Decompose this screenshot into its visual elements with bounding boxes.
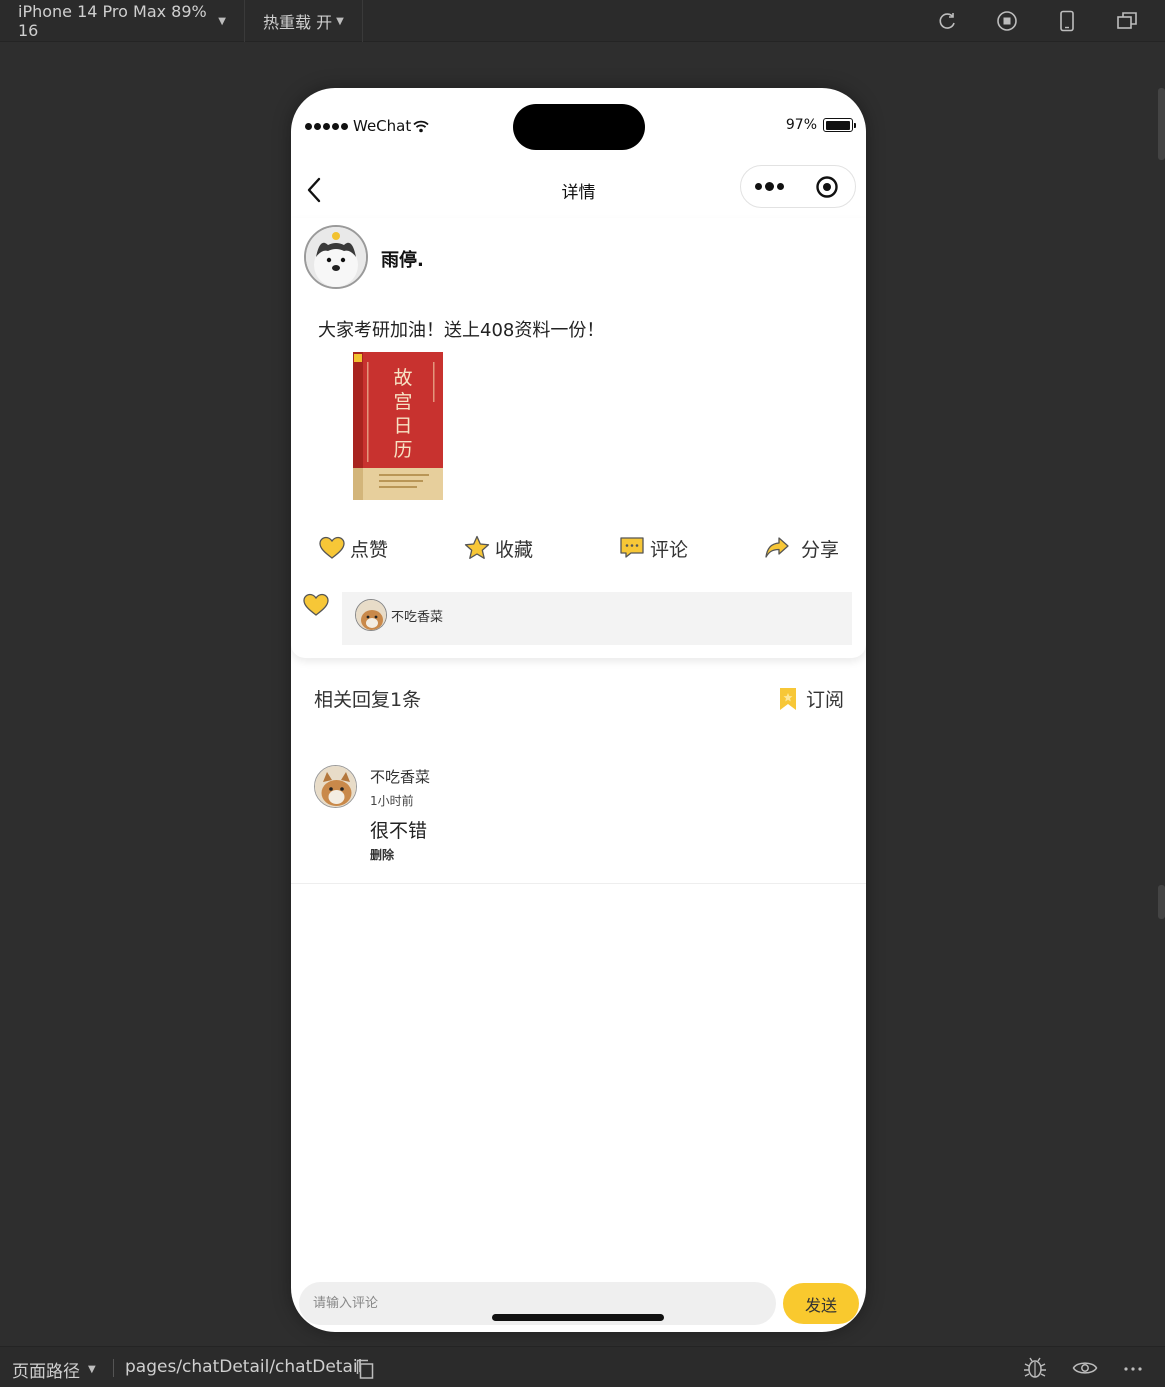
favorite-label: 收藏 (495, 538, 534, 561)
star-icon (463, 534, 491, 562)
device-icon[interactable] (1055, 9, 1079, 33)
miniprogram-capsule (740, 165, 856, 208)
like-label: 点赞 (350, 538, 389, 561)
signal-icon (305, 122, 348, 130)
stop-icon[interactable] (995, 9, 1019, 33)
more-icon[interactable] (1122, 1357, 1146, 1379)
battery-icon (823, 118, 853, 132)
avatar[interactable] (304, 225, 368, 289)
wifi-icon (413, 120, 429, 132)
device-selector[interactable]: iPhone 14 Pro Max 89% 16 ▼ (0, 0, 245, 42)
home-indicator (492, 1314, 664, 1321)
devtools-status-bar: 页面路径 ▼ pages/chatDetail/chatDetail (0, 1346, 1165, 1387)
post-text: 大家考研加油！送上408资料一份！ (318, 320, 605, 341)
chevron-down-icon: ▼ (88, 1364, 96, 1375)
heart-icon (318, 534, 346, 562)
phone-simulator: WeChat 97% 详情 雨停. 大家考研加油！送上408资料一份！ 故 宫 … (291, 88, 866, 1332)
status-bar: WeChat 97% (291, 88, 866, 160)
hot-reload-selector[interactable]: 热重载 开 ▼ (245, 0, 363, 42)
devtools-toolbar: iPhone 14 Pro Max 89% 16 ▼ 热重载 开 ▼ (0, 0, 1165, 42)
chevron-down-icon: ▼ (218, 15, 226, 27)
divider (291, 883, 866, 884)
likers-list: 不吃香菜 (342, 592, 852, 645)
heart-icon (303, 593, 331, 619)
comment-text: 很不错 (370, 820, 428, 842)
comment-icon (618, 534, 646, 562)
scrollbar[interactable] (1158, 88, 1165, 160)
post-actions: 点赞 收藏 评论 分享 (291, 534, 866, 574)
avatar[interactable] (314, 765, 357, 808)
page-path-label: 页面路径 (12, 1362, 80, 1382)
book-title: 故 宫 日 历 (393, 367, 413, 461)
close-target-icon[interactable] (798, 175, 855, 199)
divider (113, 1359, 114, 1377)
hot-reload-label: 热重载 开 (263, 13, 333, 32)
post-card: 雨停. 大家考研加油！送上408资料一份！ 故 宫 日 历 点赞 收藏 评论 分… (291, 218, 866, 658)
favorite-button[interactable]: 收藏 (463, 534, 533, 562)
debug-bug-icon[interactable] (1023, 1357, 1047, 1379)
window-icon[interactable] (1115, 9, 1139, 33)
share-label: 分享 (801, 538, 840, 561)
copy-icon[interactable] (356, 1359, 374, 1379)
more-icon[interactable] (741, 181, 798, 191)
comment-label: 评论 (650, 538, 689, 561)
author-name[interactable]: 雨停. (381, 246, 424, 272)
eye-icon[interactable] (1072, 1357, 1098, 1379)
share-button[interactable]: 分享 (763, 534, 839, 562)
carrier-name: WeChat (353, 117, 412, 135)
dog-avatar-image (306, 227, 366, 287)
battery-status: 97% (786, 117, 856, 133)
scrollbar[interactable] (1158, 885, 1165, 919)
refresh-icon[interactable] (935, 9, 959, 33)
avatar[interactable] (355, 599, 387, 631)
share-icon (763, 534, 791, 562)
comment-button[interactable]: 评论 (618, 534, 688, 562)
post-image[interactable]: 故 宫 日 历 (349, 350, 447, 502)
navigation-bar: 详情 (291, 160, 866, 218)
send-button[interactable]: 发送 (783, 1283, 859, 1324)
like-button[interactable]: 点赞 (318, 534, 388, 562)
dynamic-island (513, 104, 645, 150)
device-label: iPhone 14 Pro Max 89% 16 (18, 2, 207, 40)
chevron-down-icon: ▼ (336, 15, 344, 27)
page-path-selector[interactable]: 页面路径 ▼ (12, 1357, 96, 1382)
page-path: pages/chatDetail/chatDetail (125, 1357, 363, 1377)
subscribe-label: 订阅 (805, 689, 844, 711)
replies-header: 相关回复1条 (314, 689, 422, 711)
comment-time: 1小时前 (370, 794, 414, 808)
subscribe-button[interactable]: 订阅 (778, 685, 844, 712)
liker-name[interactable]: 不吃香菜 (391, 606, 443, 625)
battery-percent: 97% (785, 117, 817, 133)
comment-author[interactable]: 不吃香菜 (370, 766, 430, 787)
carrier-signal: WeChat (305, 117, 429, 135)
bookmark-icon (778, 687, 798, 711)
delete-button[interactable]: 删除 (370, 846, 394, 863)
